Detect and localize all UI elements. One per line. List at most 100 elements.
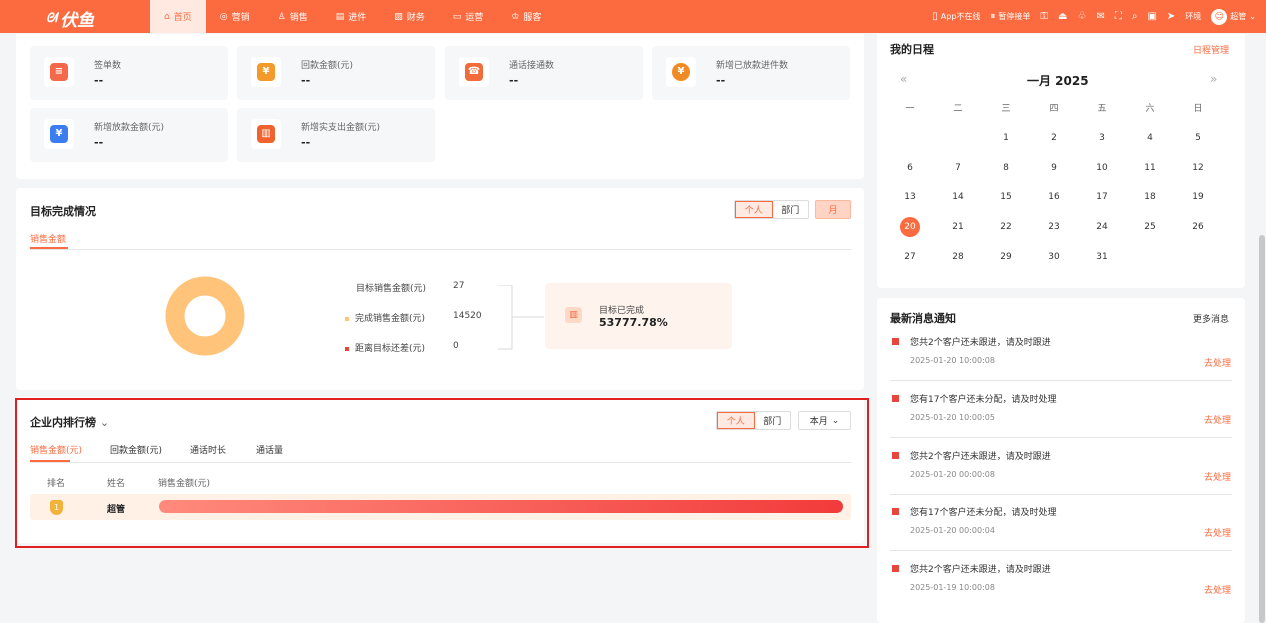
tab-repayment-amount[interactable]: 回款金额(元)	[110, 443, 162, 456]
stat-new-expense-amount: ▥ 新增实支出金额(元) --	[237, 108, 435, 162]
fullscreen-icon[interactable]: ⛶	[1115, 11, 1122, 22]
home-icon: ⌂	[164, 11, 170, 22]
user-icon: ♙	[277, 11, 286, 22]
calendar-day[interactable]: 4	[1140, 128, 1160, 148]
calendar-day[interactable]: 8	[996, 158, 1016, 178]
top-navbar: ᘛ 伏鱼 ⌂ 首页 ◎ 营销 ♙ 销售 ▤ 进件 ▨ 财务 ▭ 运营 ♔ 服客 ▯ App不在线 …	[0, 0, 1266, 33]
app-status[interactable]: ▯ App不在线	[932, 11, 980, 22]
scope-personal[interactable]: 个人	[735, 201, 773, 218]
calendar-day[interactable]: 1	[996, 128, 1016, 148]
message-time: 2025-01-20 00:00:04	[910, 526, 995, 536]
nav-sales[interactable]: ♙ 销售	[264, 0, 322, 33]
calendar-day[interactable]: 16	[1044, 187, 1064, 207]
doc-icon: ≡	[50, 63, 68, 81]
ranking-title[interactable]: 企业内排行榜 ⌄	[30, 414, 109, 430]
calendar-day[interactable]: 13	[900, 187, 920, 207]
handle-link[interactable]: 去处理	[1204, 583, 1231, 596]
folder-chart-icon: ▥	[257, 125, 275, 143]
pause-orders-toggle[interactable]: ⏸ 暂停接单	[990, 11, 1030, 22]
prev-year-icon[interactable]: «	[900, 72, 907, 86]
handle-link[interactable]: 去处理	[1204, 413, 1231, 426]
handle-link[interactable]: 去处理	[1204, 470, 1231, 483]
calendar-day-today[interactable]: 20	[900, 217, 920, 238]
next-year-icon[interactable]: »	[1210, 72, 1217, 86]
nav-customer-service[interactable]: ♔ 服客	[497, 0, 555, 33]
chevron-down-icon: ⌄	[99, 416, 110, 429]
calendar-day[interactable]: 24	[1092, 217, 1112, 237]
list-icon: ▤	[335, 11, 345, 22]
nav-home[interactable]: ⌂ 首页	[150, 0, 206, 33]
calendar-day[interactable]: 18	[1140, 187, 1160, 207]
calendar-day[interactable]: 23	[1044, 217, 1064, 237]
nav-operations[interactable]: ▭ 运营	[439, 0, 498, 33]
bank-icon[interactable]: ⏏	[1058, 11, 1067, 22]
user-menu[interactable]: ☺ 超管 ⌄	[1211, 8, 1256, 25]
scrollbar[interactable]	[1259, 235, 1265, 623]
goal-done-label: 目标已完成	[599, 306, 645, 316]
calendar-day[interactable]: 9	[1044, 158, 1064, 178]
calendar-day[interactable]: 5	[1188, 128, 1208, 148]
calendar-day[interactable]: 29	[996, 247, 1016, 267]
divider	[890, 550, 1232, 552]
calendar-day[interactable]: 25	[1140, 217, 1160, 237]
calendar-day[interactable]: 31	[1092, 247, 1112, 267]
calendar-day[interactable]: 6	[900, 158, 920, 178]
briefcase-icon[interactable]: ▣	[1147, 11, 1156, 22]
receipt-icon: ¥	[257, 63, 275, 81]
environment-label[interactable]: 环境	[1185, 11, 1201, 22]
crown-icon: ♔	[511, 11, 520, 22]
more-messages-link[interactable]: 更多消息	[1193, 312, 1229, 325]
main-nav: ⌂ 首页 ◎ 营销 ♙ 销售 ▤ 进件 ▨ 财务 ▭ 运营 ♔ 服客	[150, 0, 555, 33]
calendar-day[interactable]: 28	[948, 247, 968, 267]
nav-marketing[interactable]: ◎ 营销	[206, 0, 264, 33]
weekday-header: 日	[1193, 104, 1203, 114]
message-time: 2025-01-20 10:00:05	[910, 412, 995, 422]
rank-bar-fill	[159, 500, 843, 513]
send-icon[interactable]: ➤	[1167, 11, 1175, 22]
nav-finance[interactable]: ▨ 财务	[380, 0, 439, 33]
calendar-day[interactable]: 2	[1044, 128, 1064, 148]
calendar-day[interactable]: 21	[948, 217, 968, 237]
calendar-day[interactable]: 11	[1140, 158, 1160, 178]
gap-to-target-row: 距离目标还差(元)	[345, 341, 425, 354]
handle-link[interactable]: 去处理	[1204, 526, 1231, 539]
schedule-manage-link[interactable]: 日程管理	[1193, 43, 1229, 56]
search-icon[interactable]: ⌕	[1132, 11, 1138, 22]
calendar-day[interactable]: 14	[948, 187, 968, 207]
calendar-day[interactable]: 26	[1188, 217, 1208, 237]
message-text: 您有17个客户还未分配，请及时处理	[910, 508, 1057, 519]
calendar-day[interactable]: 3	[1092, 128, 1112, 148]
calendar-day[interactable]: 17	[1092, 187, 1112, 207]
scope-department[interactable]: 部门	[755, 412, 791, 429]
tab-sales-amount[interactable]: 销售金额	[30, 232, 66, 245]
messages-card: 最新消息通知 更多消息 您共2个客户还未跟进，请及时跟进 2025-01-20 1…	[877, 298, 1245, 623]
calendar-day[interactable]: 12	[1188, 158, 1208, 178]
tab-sales-amount[interactable]: 销售金额(元)	[30, 443, 82, 456]
lock-icon[interactable]: ⚿	[1040, 11, 1048, 22]
message-icon[interactable]: ✉	[1096, 11, 1104, 22]
period-month-button[interactable]: 月	[815, 200, 851, 219]
app-logo[interactable]: ᘛ 伏鱼	[46, 6, 94, 31]
calendar-title: 我的日程	[890, 43, 934, 56]
calendar-day[interactable]: 22	[996, 217, 1016, 237]
pause-icon: ⏸	[990, 11, 996, 22]
tab-call-count[interactable]: 通话量	[256, 443, 283, 456]
weekday-header: 三	[1001, 104, 1011, 114]
calendar-day[interactable]: 15	[996, 187, 1016, 207]
target-icon: ◎	[219, 11, 228, 22]
mobile-icon: ▯	[932, 11, 938, 22]
scope-personal[interactable]: 个人	[717, 412, 755, 429]
calendar-day[interactable]: 10	[1092, 158, 1112, 178]
handle-link[interactable]: 去处理	[1204, 356, 1231, 369]
tab-call-duration[interactable]: 通话时长	[190, 443, 226, 456]
scope-department[interactable]: 部门	[773, 201, 809, 218]
calendar-day[interactable]: 7	[948, 158, 968, 178]
nav-intake[interactable]: ▤ 进件	[322, 0, 381, 33]
calendar-day[interactable]: 19	[1188, 187, 1208, 207]
goal-title: 目标完成情况	[30, 205, 96, 218]
shirt-icon[interactable]: ♧	[1077, 11, 1086, 22]
calendar-day[interactable]: 27	[900, 247, 920, 267]
period-select[interactable]: 本月 ⌄	[798, 411, 851, 430]
gap-to-target-value: 0	[453, 341, 459, 351]
calendar-day[interactable]: 30	[1044, 247, 1064, 267]
